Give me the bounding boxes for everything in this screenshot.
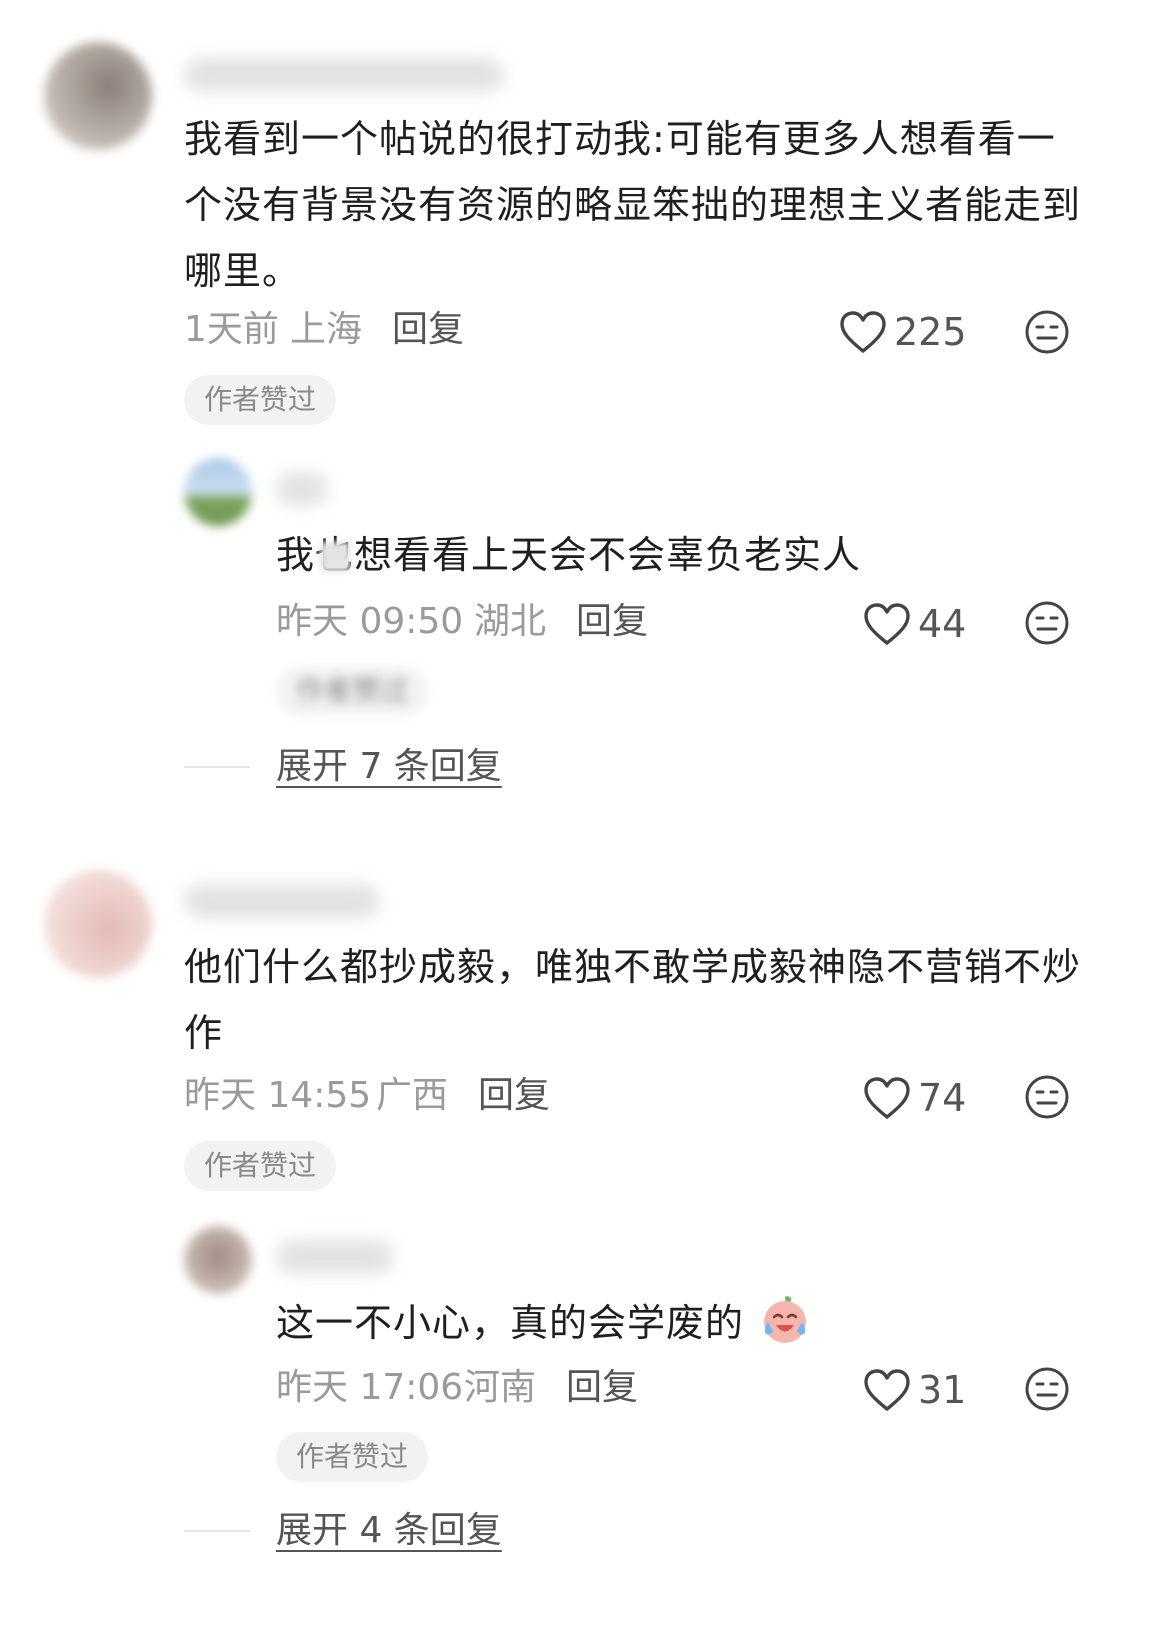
comment-location: 上海: [290, 309, 363, 350]
heart-outline-icon: [864, 1369, 910, 1411]
username-blurred[interactable]: [276, 1240, 394, 1274]
author-liked-badge: 作者赞过: [276, 666, 429, 716]
neutral-face-icon[interactable]: [1024, 1074, 1070, 1120]
avatar[interactable]: [44, 42, 152, 150]
expand-replies-link[interactable]: 展开 4 条回复: [276, 1508, 502, 1554]
neutral-face-icon[interactable]: [1024, 600, 1070, 646]
like-button[interactable]: 225: [838, 310, 967, 354]
reply-time: 昨天 09:50: [276, 601, 464, 642]
comment-location: 广西: [376, 1075, 449, 1116]
comment-time: 昨天 14:55: [184, 1075, 372, 1116]
reply-location: 湖北: [474, 601, 547, 642]
reply-button[interactable]: 回复: [576, 600, 648, 644]
reply-time: 昨天 17:06: [276, 1367, 464, 1408]
username-blurred[interactable]: [276, 472, 328, 506]
comment-text: 他们什么都抄成毅，唯独不敢学成毅神隐不营销不炒作: [184, 945, 1082, 1055]
avatar[interactable]: [44, 870, 152, 978]
expand-replies-link[interactable]: 展开 7 条回复: [276, 744, 502, 790]
like-count: 44: [918, 602, 967, 646]
like-count: 225: [894, 310, 967, 354]
author-liked-badge: 作者赞过: [184, 375, 337, 425]
username-blurred[interactable]: [184, 884, 380, 918]
like-count: 31: [918, 1368, 967, 1412]
comment-time: 1天前: [184, 309, 279, 350]
divider: [184, 1530, 250, 1532]
like-button[interactable]: 31: [862, 1368, 966, 1412]
like-button[interactable]: 44: [862, 602, 966, 646]
reply-text: 我也想看看上天会不会辜负老实人: [276, 533, 862, 577]
like-count: 74: [918, 1076, 967, 1120]
avatar[interactable]: [184, 458, 252, 526]
reply-text: 这一不小心，真的会学废的: [276, 1290, 1076, 1356]
username-blurred[interactable]: [184, 58, 504, 92]
crying-laughing-emoji: [764, 1296, 807, 1343]
heart-outline-icon: [864, 1077, 910, 1119]
avatar[interactable]: [184, 1226, 252, 1294]
reply-text-content: 这一不小心，真的会学废的: [276, 1301, 745, 1345]
author-liked-badge: 作者赞过: [276, 1432, 429, 1482]
like-button[interactable]: 74: [862, 1076, 966, 1120]
neutral-face-icon[interactable]: [1024, 1366, 1070, 1412]
neutral-face-icon[interactable]: [1024, 309, 1070, 355]
reply-button[interactable]: 回复: [566, 1366, 638, 1410]
reply-button[interactable]: 回复: [478, 1074, 550, 1118]
reply-button[interactable]: 回复: [392, 308, 464, 352]
redaction-mark: [320, 542, 350, 572]
author-liked-badge: 作者赞过: [184, 1141, 337, 1191]
heart-outline-icon: [840, 311, 886, 353]
divider: [184, 766, 250, 768]
comment-text: 我看到一个帖说的很打动我:可能有更多人想看看一个没有背景没有资源的略显笨拙的理想…: [184, 117, 1082, 293]
reply-location: 河南: [464, 1367, 537, 1408]
heart-outline-icon: [864, 603, 910, 645]
